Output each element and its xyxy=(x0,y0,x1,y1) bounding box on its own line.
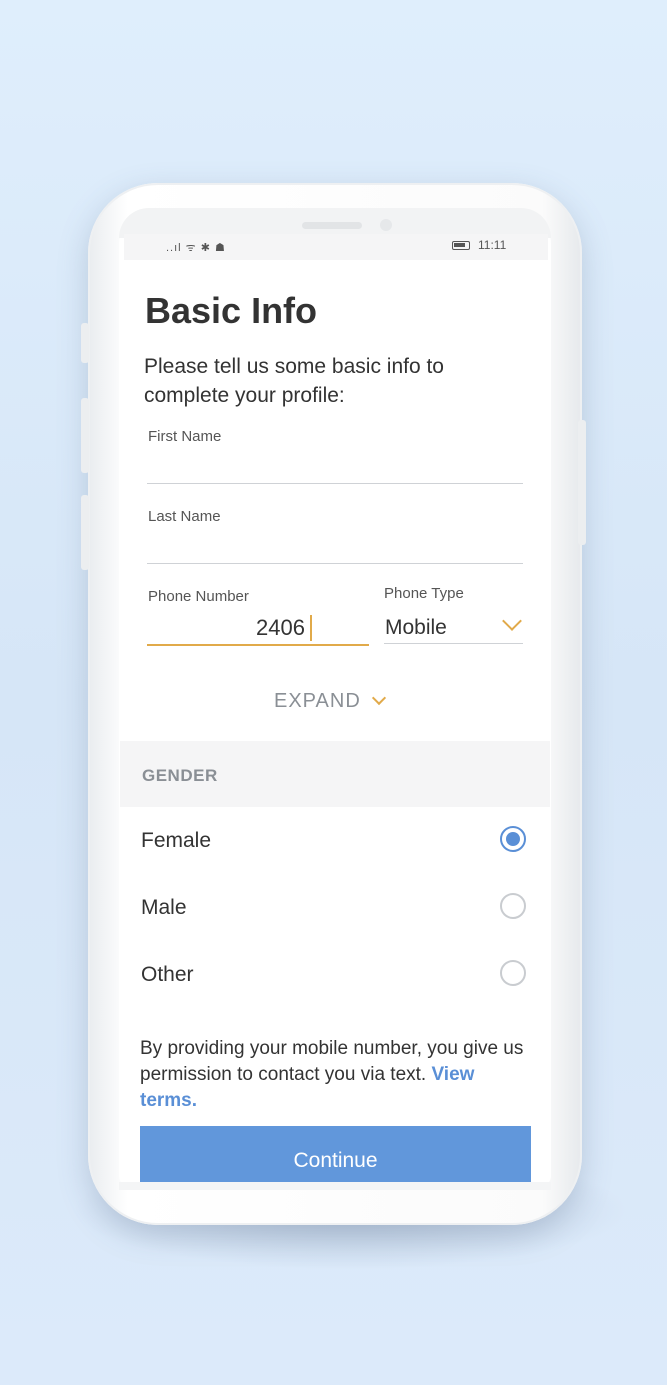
sms-disclaimer: By providing your mobile number, you giv… xyxy=(140,1036,530,1114)
volume-up-button xyxy=(81,398,89,473)
first-name-label: First Name xyxy=(148,428,222,445)
last-name-field[interactable] xyxy=(147,530,523,566)
bottom-bezel xyxy=(119,1182,551,1190)
status-time: 11:11 xyxy=(478,238,507,252)
gender-radio-female[interactable] xyxy=(500,826,526,852)
page-subtitle: Please tell us some basic info to comple… xyxy=(144,355,444,407)
expand-button[interactable]: EXPAND xyxy=(274,690,361,713)
status-bar: ..ıl ᯤ ✱ ☗ 11:11 xyxy=(124,234,548,260)
front-camera xyxy=(380,219,392,231)
volume-button xyxy=(81,323,89,363)
gender-heading: GENDER xyxy=(142,766,218,785)
continue-button[interactable]: Continue xyxy=(140,1126,531,1182)
gender-radio-other[interactable] xyxy=(500,960,526,986)
phone-type-label: Phone Type xyxy=(384,585,464,602)
phone-type-value: Mobile xyxy=(385,616,447,639)
gender-option-female-label[interactable]: Female xyxy=(141,829,211,853)
gender-radio-male[interactable] xyxy=(500,893,526,919)
gender-option-other-label[interactable]: Other xyxy=(141,963,194,987)
phone-number-field[interactable]: 2406 xyxy=(256,615,305,641)
last-name-label: Last Name xyxy=(148,508,221,525)
gender-option-male-label[interactable]: Male xyxy=(141,896,187,920)
battery-icon xyxy=(452,241,470,250)
first-name-field[interactable] xyxy=(147,450,523,486)
signal-wifi-bluetooth-icons: ..ıl ᯤ ✱ ☗ xyxy=(166,242,226,254)
phone-number-underline xyxy=(147,644,369,646)
power-button xyxy=(578,420,586,545)
page-title: Basic Info xyxy=(145,290,318,331)
phone-number-label: Phone Number xyxy=(148,588,249,605)
speaker-grille xyxy=(302,222,362,229)
text-caret xyxy=(310,615,312,641)
volume-down-button xyxy=(81,495,89,570)
